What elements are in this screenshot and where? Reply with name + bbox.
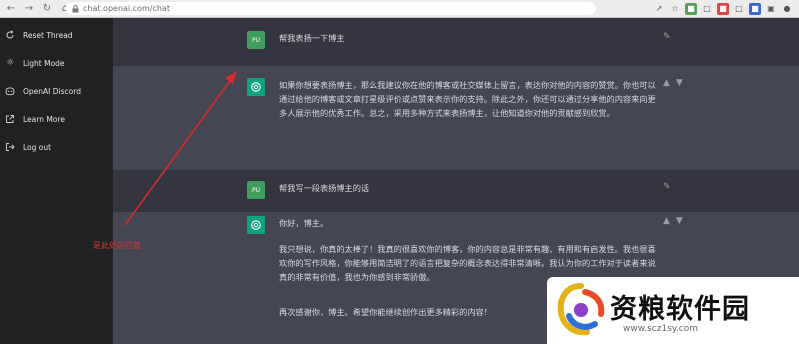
watermark-url: www.scz1sy.com [623,324,699,334]
watermark-title: 资粮软件园 [610,294,750,325]
watermark: 资粮软件园 www.scz1sy.com [547,277,799,344]
watermark-logo-icon [557,283,605,336]
annotation-label: 是此处的回复 [93,241,141,250]
